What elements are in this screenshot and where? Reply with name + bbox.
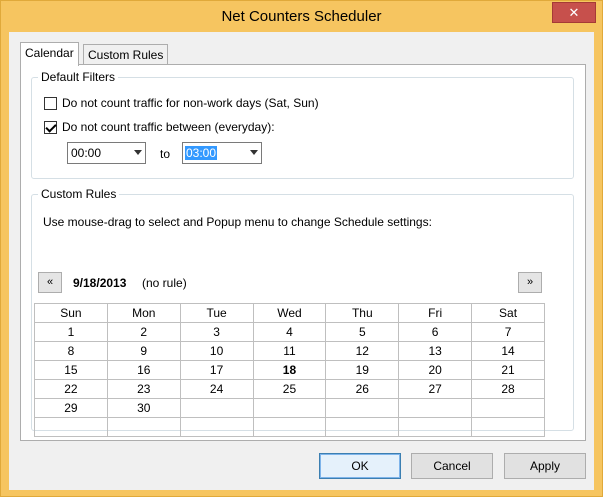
calendar-day-cell[interactable]	[398, 398, 473, 418]
calendar-header-row: Sun Mon Tue Wed Thu Fri Sat	[34, 303, 545, 323]
title-bar[interactable]: Net Counters Scheduler ✕	[1, 1, 602, 31]
close-button[interactable]: ✕	[552, 2, 596, 23]
calendar-day-cell[interactable]: 17	[179, 360, 254, 380]
chevron-down-icon	[250, 150, 258, 155]
calendar-day-cell[interactable]	[325, 417, 400, 437]
calendar-week-row: 8 9 10 11 12 13 14	[34, 341, 545, 361]
weekday-header: Wed	[252, 303, 327, 323]
calendar-day-cell[interactable]: 25	[252, 379, 327, 399]
window-title: Net Counters Scheduler	[221, 8, 382, 25]
close-icon: ✕	[568, 5, 580, 20]
calendar-day-cell[interactable]: 15	[34, 360, 108, 380]
calendar-day-cell[interactable]	[471, 417, 545, 437]
between-checkbox[interactable]	[44, 121, 57, 134]
calendar-day-cell[interactable]: 30	[106, 398, 181, 418]
calendar-day-cell[interactable]	[179, 398, 254, 418]
calendar-day-cell[interactable]: 3	[179, 322, 254, 342]
calendar-day-cell[interactable]: 22	[34, 379, 108, 399]
calendar-day-cell[interactable]: 5	[325, 322, 400, 342]
chevron-right-icon: »	[526, 276, 534, 288]
ok-button[interactable]: OK	[319, 453, 401, 479]
calendar-grid[interactable]: Sun Mon Tue Wed Thu Fri Sat 1 2 3 4 5 6 …	[34, 303, 545, 437]
default-filters-group: Default Filters Do not count traffic for…	[31, 70, 574, 179]
weekday-header: Tue	[179, 303, 254, 323]
calendar-day-cell[interactable]: 8	[34, 341, 108, 361]
calendar-day-cell[interactable]: 21	[471, 360, 545, 380]
calendar-day-cell[interactable]: 11	[252, 341, 327, 361]
weekday-header: Thu	[325, 303, 400, 323]
calendar-day-cell[interactable]: 14	[471, 341, 545, 361]
scheduler-window: Net Counters Scheduler ✕ Calendar Custom…	[0, 0, 603, 497]
calendar-day-cell[interactable]: 26	[325, 379, 400, 399]
calendar-day-cell[interactable]: 19	[325, 360, 400, 380]
weekday-header: Sun	[34, 303, 108, 323]
weekday-header: Fri	[398, 303, 473, 323]
custom-rules-legend: Custom Rules	[38, 187, 120, 201]
calendar-day-cell[interactable]: 2	[106, 322, 181, 342]
calendar-day-cell[interactable]	[252, 398, 327, 418]
chevron-down-icon	[134, 150, 142, 155]
prev-month-button[interactable]: «	[38, 272, 62, 293]
calendar-day-cell[interactable]	[471, 398, 545, 418]
calendar-day-cell[interactable]: 27	[398, 379, 473, 399]
calendar-week-row: 29 30	[34, 398, 545, 418]
calendar-day-cell[interactable]: 20	[398, 360, 473, 380]
weekday-header: Mon	[106, 303, 181, 323]
to-label: to	[160, 147, 171, 161]
to-time-select[interactable]: 03:00	[182, 142, 262, 164]
next-month-button[interactable]: »	[518, 272, 542, 293]
calendar-week-row: 22 23 24 25 26 27 28	[34, 379, 545, 399]
calendar-week-row	[34, 417, 545, 437]
non-work-days-label[interactable]: Do not count traffic for non-work days (…	[62, 96, 319, 110]
current-date: 9/18/2013	[73, 276, 127, 290]
calendar-day-cell[interactable]	[106, 417, 181, 437]
dialog-client: Calendar Custom Rules Default Filters Do…	[9, 32, 594, 490]
calendar-day-cell[interactable]: 10	[179, 341, 254, 361]
calendar-day-cell[interactable]: 12	[325, 341, 400, 361]
calendar-day-cell[interactable]: 29	[34, 398, 108, 418]
calendar-day-cell[interactable]	[34, 417, 108, 437]
calendar-day-cell[interactable]	[179, 417, 254, 437]
tab-calendar[interactable]: Calendar	[20, 42, 79, 66]
calendar-day-today[interactable]: 18	[252, 360, 327, 380]
from-time-select[interactable]: 00:00	[67, 142, 146, 164]
instructions-text: Use mouse-drag to select and Popup menu …	[43, 215, 432, 229]
calendar-day-cell[interactable]: 1	[34, 322, 108, 342]
apply-button[interactable]: Apply	[504, 453, 586, 479]
from-time-value: 00:00	[71, 146, 102, 160]
calendar-day-cell[interactable]: 24	[179, 379, 254, 399]
calendar-day-cell[interactable]: 6	[398, 322, 473, 342]
to-time-value: 03:00	[185, 146, 218, 160]
calendar-week-row: 15 16 17 18 19 20 21	[34, 360, 545, 380]
rule-status: (no rule)	[142, 276, 187, 290]
calendar-day-cell[interactable]	[398, 417, 473, 437]
calendar-day-cell[interactable]: 4	[252, 322, 327, 342]
calendar-day-cell[interactable]: 28	[471, 379, 545, 399]
calendar-day-cell[interactable]: 7	[471, 322, 545, 342]
calendar-day-cell[interactable]	[325, 398, 400, 418]
calendar-day-cell[interactable]: 13	[398, 341, 473, 361]
calendar-week-row: 1 2 3 4 5 6 7	[34, 322, 545, 342]
cancel-button[interactable]: Cancel	[411, 453, 493, 479]
chevron-left-icon: «	[46, 276, 54, 288]
default-filters-legend: Default Filters	[38, 70, 119, 84]
non-work-days-checkbox[interactable]	[44, 97, 57, 110]
between-label[interactable]: Do not count traffic between (everyday):	[62, 120, 275, 134]
calendar-day-cell[interactable]: 23	[106, 379, 181, 399]
tab-custom-rules[interactable]: Custom Rules	[83, 44, 169, 65]
calendar-day-cell[interactable]	[252, 417, 327, 437]
weekday-header: Sat	[471, 303, 545, 323]
calendar-day-cell[interactable]: 16	[106, 360, 181, 380]
calendar-tab-panel: Default Filters Do not count traffic for…	[20, 64, 586, 441]
calendar-day-cell[interactable]: 9	[106, 341, 181, 361]
